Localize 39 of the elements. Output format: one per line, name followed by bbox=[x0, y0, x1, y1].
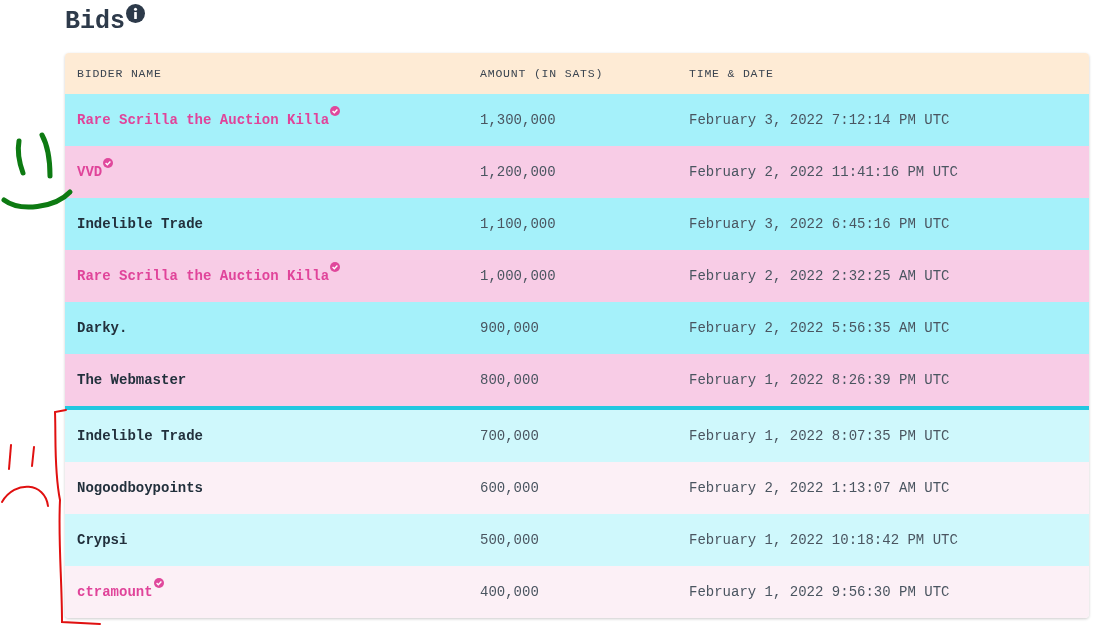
bidder-name: Indelible Trade bbox=[77, 428, 204, 444]
bid-amount: 1,200,000 bbox=[479, 164, 557, 180]
bid-amount: 1,300,000 bbox=[479, 112, 557, 128]
bid-time: February 2, 2022 1:13:07 AM UTC bbox=[688, 480, 951, 496]
bid-time: February 1, 2022 8:26:39 PM UTC bbox=[688, 372, 951, 388]
section-title: Bids bbox=[65, 7, 125, 37]
bid-amount: 1,000,000 bbox=[479, 268, 557, 284]
verified-check-icon bbox=[330, 106, 341, 116]
verified-check-icon bbox=[103, 158, 114, 168]
bidder-name: Crypsi bbox=[77, 532, 128, 548]
column-header: TIME & DATE bbox=[688, 67, 775, 80]
bid-time: February 3, 2022 6:45:16 PM UTC bbox=[688, 216, 951, 232]
bidder-name[interactable]: ctramount bbox=[77, 584, 153, 600]
verified-check-icon bbox=[330, 262, 341, 272]
column-header: AMOUNT (IN SATS) bbox=[479, 67, 605, 80]
info-icon[interactable] bbox=[126, 4, 145, 23]
column-header: BIDDER NAME bbox=[76, 67, 163, 80]
bid-amount: 800,000 bbox=[479, 372, 540, 388]
bidder-name: The Webmaster bbox=[77, 372, 187, 388]
bid-amount: 600,000 bbox=[479, 480, 540, 496]
bid-time: February 1, 2022 8:07:35 PM UTC bbox=[688, 428, 951, 444]
bidder-name[interactable]: Rare Scrilla the Auction Killa bbox=[77, 268, 330, 284]
bid-time: February 2, 2022 5:56:35 AM UTC bbox=[688, 320, 951, 336]
bidder-name: Nogoodboypoints bbox=[77, 480, 204, 496]
bid-amount: 1,100,000 bbox=[479, 216, 557, 232]
bid-amount: 900,000 bbox=[479, 320, 540, 336]
bid-time: February 3, 2022 7:12:14 PM UTC bbox=[688, 112, 951, 128]
bid-time: February 1, 2022 10:18:42 PM UTC bbox=[688, 532, 959, 548]
bid-time: February 2, 2022 2:32:25 AM UTC bbox=[688, 268, 951, 284]
bid-time: February 1, 2022 9:56:30 PM UTC bbox=[688, 584, 951, 600]
verified-check-icon bbox=[153, 578, 164, 588]
bidder-name[interactable]: Rare Scrilla the Auction Killa bbox=[77, 112, 330, 128]
bid-time: February 2, 2022 11:41:16 PM UTC bbox=[688, 164, 959, 180]
bidder-name[interactable]: VVD bbox=[77, 164, 103, 180]
bidder-name: Darky. bbox=[77, 320, 128, 336]
bid-amount: 400,000 bbox=[479, 584, 540, 600]
bid-amount: 700,000 bbox=[479, 428, 540, 444]
bidder-name: Indelible Trade bbox=[77, 216, 204, 232]
bid-amount: 500,000 bbox=[479, 532, 540, 548]
